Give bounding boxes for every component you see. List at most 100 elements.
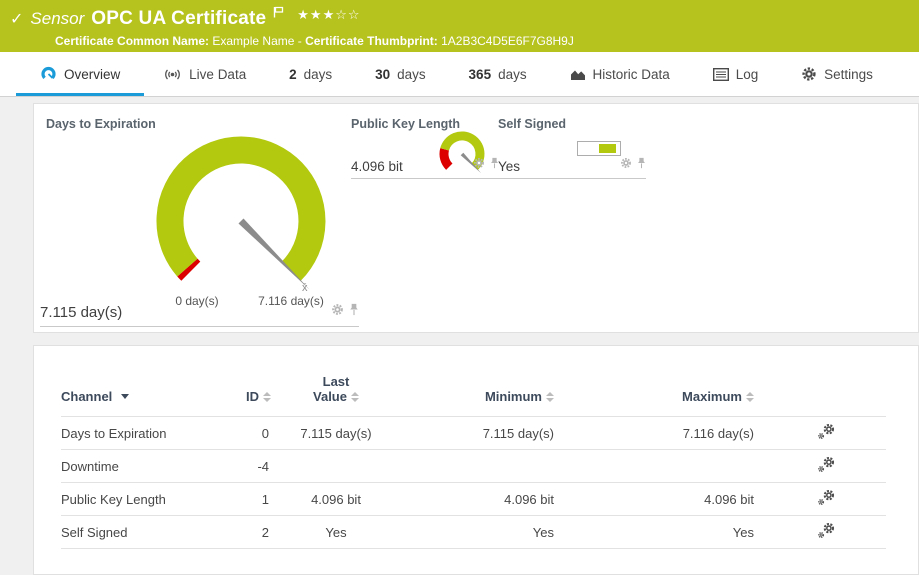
channel-name[interactable]: Downtime <box>61 450 221 483</box>
channel-settings-button[interactable] <box>766 450 886 483</box>
sort-caret-icon <box>121 394 129 399</box>
double-gear-icon <box>817 522 836 539</box>
priority-stars[interactable]: ★★★☆☆ <box>297 7 360 23</box>
column-label: Minimum <box>485 389 542 404</box>
tab-number: 365 <box>469 67 492 82</box>
tab-settings[interactable]: Settings <box>791 52 883 96</box>
gauge-public-key-length: Public Key Length 4.096 bit <box>351 104 499 194</box>
area-chart-icon <box>570 68 586 81</box>
sensor-title-row: ✓ Sensor OPC UA Certificate ★★★☆☆ <box>0 0 919 33</box>
thumbprint-label: Certificate Thumbprint: <box>305 34 438 48</box>
tab-30-days[interactable]: 30 days <box>365 52 436 96</box>
tab-label: Log <box>736 67 759 82</box>
tab-label: Historic Data <box>593 67 670 82</box>
gauge-footer: 4.096 bit <box>351 156 499 179</box>
double-gear-icon <box>817 456 836 473</box>
channel-last-value: Yes <box>271 516 401 549</box>
stars-filled: ★★★ <box>297 7 335 22</box>
column-header-last-value[interactable]: LastValue <box>271 374 401 417</box>
channel-table-panel: Channel ID LastValue Minimum Maximum Day… <box>33 345 919 575</box>
column-label: Channel <box>61 389 112 404</box>
column-label: Last <box>323 374 350 389</box>
toggle-on-block <box>599 144 616 153</box>
gear-icon <box>620 157 632 169</box>
tab-historic-data[interactable]: Historic Data <box>560 52 680 96</box>
channel-name[interactable]: Days to Expiration <box>61 417 221 450</box>
gauge-title: Public Key Length <box>351 117 460 131</box>
channel-last-value <box>271 450 401 483</box>
common-name-label: Certificate Common Name: <box>55 34 209 48</box>
channel-maximum: Yes <box>566 516 766 549</box>
table-row: Downtime-4 <box>61 450 886 483</box>
channel-settings-button[interactable] <box>766 483 886 516</box>
self-signed-indicator <box>577 141 621 156</box>
channel-minimum: Yes <box>401 516 566 549</box>
column-header-channel[interactable]: Channel <box>61 374 221 417</box>
sort-arrows-icon <box>351 392 359 402</box>
table-header-row: Channel ID LastValue Minimum Maximum <box>61 374 886 417</box>
table-row: Public Key Length14.096 bit4.096 bit4.09… <box>61 483 886 516</box>
sensor-header: ✓ Sensor OPC UA Certificate ★★★☆☆ Certif… <box>0 0 919 52</box>
tab-2-days[interactable]: 2 days <box>279 52 342 96</box>
channel-maximum: 4.096 bit <box>566 483 766 516</box>
tab-overview[interactable]: Overview <box>30 52 130 96</box>
gauge-value: Yes <box>498 159 520 174</box>
column-header-id[interactable]: ID <box>221 374 271 417</box>
gauge-settings-button[interactable] <box>331 303 344 321</box>
column-header-actions <box>766 374 886 417</box>
log-list-icon <box>713 68 729 81</box>
stars-empty: ☆☆ <box>335 7 360 22</box>
broadcast-icon <box>163 67 182 82</box>
tab-label: days <box>498 67 527 82</box>
channel-id: 2 <box>221 516 271 549</box>
channel-settings-button[interactable] <box>766 417 886 450</box>
tab-number: 2 <box>289 67 297 82</box>
sensor-name: OPC UA Certificate <box>91 8 266 30</box>
column-header-minimum[interactable]: Minimum <box>401 374 566 417</box>
channel-maximum <box>566 450 766 483</box>
object-kind-label: Sensor <box>30 9 84 29</box>
channel-last-value: 7.115 day(s) <box>271 417 401 450</box>
tab-live-data[interactable]: Live Data <box>153 52 256 96</box>
priority-flag-icon[interactable] <box>273 5 284 23</box>
gauge-icon <box>40 66 57 82</box>
channel-minimum <box>401 450 566 483</box>
gauge-settings-button[interactable] <box>473 156 485 174</box>
tab-label: Live Data <box>189 67 246 82</box>
column-label: ID <box>246 389 259 404</box>
channel-settings-button[interactable] <box>766 516 886 549</box>
sort-arrows-icon <box>263 392 271 402</box>
channel-last-value: 4.096 bit <box>271 483 401 516</box>
column-header-maximum[interactable]: Maximum <box>566 374 766 417</box>
table-row: Self Signed2YesYesYes <box>61 516 886 549</box>
gauge-value: 4.096 bit <box>351 159 403 174</box>
tab-log[interactable]: Log <box>703 52 769 96</box>
pin-icon <box>637 157 646 169</box>
gear-icon <box>473 157 485 169</box>
tab-365-days[interactable]: 365 days <box>459 52 537 96</box>
gauge-pin-button[interactable] <box>637 156 646 174</box>
channel-minimum: 7.115 day(s) <box>401 417 566 450</box>
gauge-pin-button[interactable] <box>349 303 359 321</box>
channel-maximum: 7.116 day(s) <box>566 417 766 450</box>
double-gear-icon <box>817 423 836 440</box>
channel-name[interactable]: Self Signed <box>61 516 221 549</box>
channel-name[interactable]: Public Key Length <box>61 483 221 516</box>
sort-arrows-icon <box>746 392 754 402</box>
gauge-footer: Yes <box>498 156 646 179</box>
common-name-value: Example Name <box>212 34 294 48</box>
column-label: Maximum <box>682 389 742 404</box>
status-check-icon: ✓ <box>10 9 23 29</box>
channel-table-body: Days to Expiration07.115 day(s)7.115 day… <box>61 417 886 549</box>
sensor-message: Certificate Common Name: Example Name - … <box>0 34 919 48</box>
gauge-mean-marker: x̄ <box>302 282 308 294</box>
gauge-self-signed: Self Signed Yes <box>498 104 646 194</box>
separator: - <box>298 34 302 48</box>
gauge-title: Self Signed <box>498 117 566 131</box>
gauge-settings-button[interactable] <box>620 156 632 174</box>
gauge-value: 7.115 day(s) <box>40 304 122 321</box>
column-label: Value <box>313 389 347 404</box>
double-gear-icon <box>817 489 836 506</box>
tab-label: Settings <box>824 67 873 82</box>
channel-table: Channel ID LastValue Minimum Maximum Day… <box>61 374 886 549</box>
